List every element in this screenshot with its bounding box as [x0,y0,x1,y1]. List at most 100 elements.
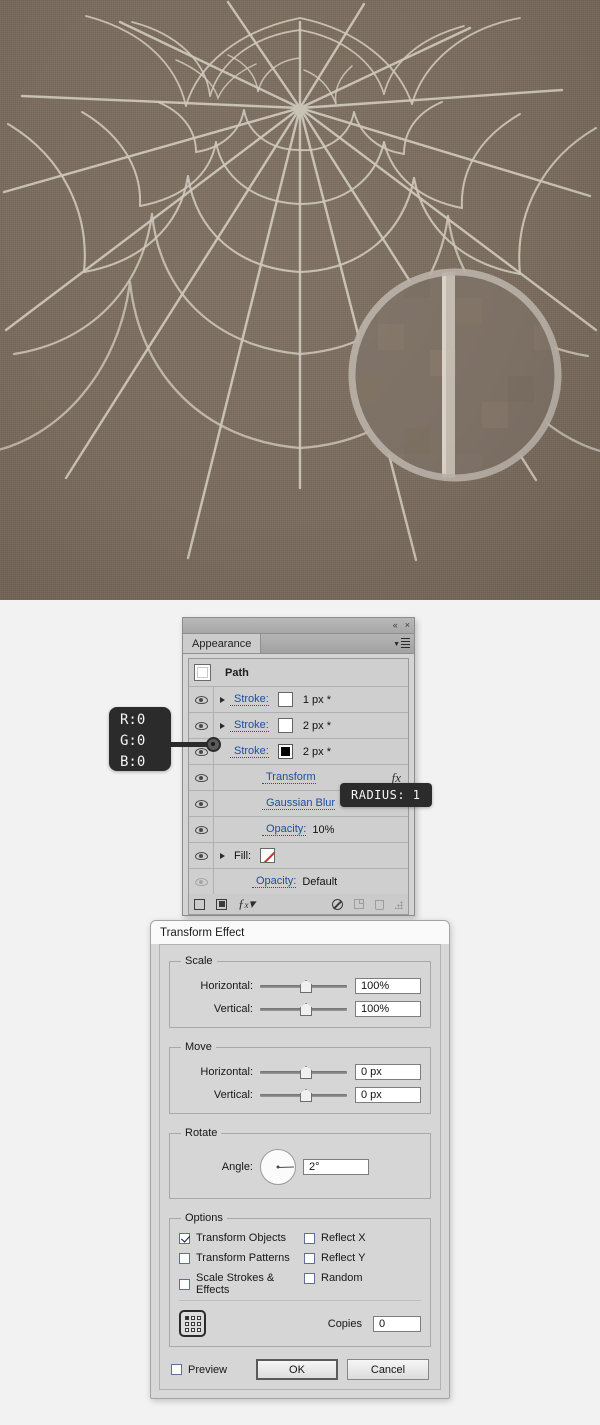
disclosure-triangle-icon[interactable] [214,696,230,703]
rotate-angle-field: Angle: 2° [179,1149,421,1185]
appearance-row-stroke-opacity[interactable]: Opacity: 10% [189,817,408,843]
artwork-canvas [0,0,600,600]
copies-input[interactable]: 0 [373,1315,421,1332]
option-label: Reflect Y [321,1252,366,1264]
checkbox-reflect-y[interactable] [304,1252,315,1264]
opacity-link[interactable]: Opacity: [252,875,297,888]
stroke-link[interactable]: Stroke: [230,693,269,706]
collapse-icon[interactable]: « [393,621,398,630]
visibility-toggle[interactable] [189,765,214,790]
target-label: Path [225,666,249,679]
stroke-weight-value[interactable]: 2 px * [303,720,331,732]
visibility-toggle[interactable] [189,791,214,816]
rotate-angle-input[interactable]: 2° [303,1159,369,1175]
option-transform-patterns[interactable]: Transform Patterns [179,1252,296,1264]
option-scale-strokes-effects[interactable]: Scale Strokes & Effects [179,1272,296,1296]
scale-vertical-slider[interactable] [260,1002,351,1016]
option-transform-objects[interactable]: Transform Objects [179,1232,296,1244]
delete-item-icon[interactable] [375,899,384,910]
appearance-target-row[interactable]: Path [189,659,408,687]
stroke-color-swatch-black[interactable] [277,744,293,759]
opacity-value[interactable]: 10% [312,824,334,836]
opacity-link[interactable]: Opacity: [262,823,307,836]
panel-menu-icon[interactable]: ▼ [393,638,410,650]
checkbox-scale-strokes-effects[interactable] [179,1278,190,1290]
rgb-value-callout: R:0 G:0 B:0 [109,707,171,771]
appearance-list: Path Stroke: 1 px * Stroke: 2 px * Strok… [188,658,409,894]
move-horizontal-input[interactable]: 0 px [355,1064,421,1080]
option-label: Transform Patterns [196,1252,290,1264]
copies-label: Copies [327,1317,362,1330]
appearance-row-stroke-2[interactable]: Stroke: 2 px * [189,713,408,739]
add-new-stroke-icon[interactable] [194,898,205,910]
appearance-row-stroke-3[interactable]: Stroke: 2 px * [189,739,408,765]
checkbox-transform-patterns[interactable] [179,1252,190,1264]
scale-vertical-label: Vertical: [213,1003,253,1015]
panel-tabstrip: Appearance ▼ [183,634,414,654]
options-legend: Options [185,1212,223,1224]
stroke-weight-value[interactable]: 1 px * [303,694,331,706]
stroke-link[interactable]: Stroke: [230,745,269,758]
rotate-legend: Rotate [185,1127,218,1139]
scale-vertical-input[interactable]: 100% [355,1001,421,1017]
duplicate-item-icon[interactable] [354,899,364,909]
move-group: Move Horizontal: 0 px Vertical: 0 px [169,1041,431,1114]
visibility-toggle[interactable] [189,843,214,868]
spider-web-vector [0,0,600,562]
stroke-color-swatch[interactable] [277,692,293,707]
appearance-row-object-opacity[interactable]: Opacity: Default [189,869,408,894]
stroke-color-swatch[interactable] [277,718,293,733]
ok-button[interactable]: OK [256,1359,338,1380]
scale-horizontal-input[interactable]: 100% [355,978,421,994]
checkbox-reflect-x[interactable] [304,1232,315,1244]
appearance-row-stroke-1[interactable]: Stroke: 1 px * [189,687,408,713]
scale-vertical-field: Vertical: 100% [179,1001,421,1017]
preview-label: Preview [188,1363,228,1376]
gaussian-blur-link[interactable]: Gaussian Blur [262,797,336,810]
appearance-row-fill[interactable]: Fill: [189,843,408,869]
visibility-toggle-dim[interactable] [189,869,214,894]
preview-toggle[interactable]: Preview [171,1364,227,1376]
move-vertical-input[interactable]: 0 px [355,1087,421,1103]
scale-horizontal-label: Horizontal: [200,980,253,992]
move-horizontal-slider[interactable] [260,1065,351,1079]
cancel-button[interactable]: Cancel [347,1359,429,1380]
option-reflect-x[interactable]: Reflect X [304,1232,421,1244]
fill-color-swatch-none[interactable] [260,848,276,863]
checkbox-preview[interactable] [171,1364,182,1375]
move-vertical-field: Vertical: 0 px [179,1087,421,1103]
visibility-toggle[interactable] [189,713,214,738]
angle-dial[interactable] [260,1149,296,1185]
scale-horizontal-slider[interactable] [260,979,351,993]
appearance-panel[interactable]: « × Appearance ▼ Path Stroke: 1 px * Str… [182,617,415,916]
option-random[interactable]: Random [304,1272,421,1284]
dialog-button-row: Preview OK Cancel [169,1359,431,1380]
panel-titlebar: « × [183,618,414,634]
scale-legend: Scale [185,955,213,967]
reference-point-selector[interactable] [179,1310,206,1337]
rgb-blue-value: B:0 [120,754,146,770]
option-label: Transform Objects [196,1232,287,1244]
move-vertical-slider[interactable] [260,1088,351,1102]
add-new-effect-icon[interactable]: ƒx▾ [238,896,255,912]
tab-appearance[interactable]: Appearance [183,634,262,653]
transform-effect-dialog[interactable]: Transform Effect Scale Horizontal: 100% … [150,920,450,1399]
fill-label[interactable]: Fill: [230,850,251,862]
disclosure-triangle-icon[interactable] [214,852,230,859]
close-icon[interactable]: × [405,621,410,630]
add-new-fill-icon[interactable] [216,898,227,910]
checkbox-transform-objects[interactable] [179,1232,190,1244]
resize-grip-icon[interactable] [395,901,403,909]
checkbox-random[interactable] [304,1272,315,1284]
visibility-toggle[interactable] [189,687,214,712]
clear-appearance-icon[interactable] [332,898,343,910]
stroke-weight-value[interactable]: 2 px * [303,746,331,758]
transform-effect-link[interactable]: Transform [262,771,316,784]
rgb-red-value: R:0 [120,712,146,728]
appearance-panel-footer: ƒx▾ [188,894,409,915]
scale-horizontal-field: Horizontal: 100% [179,978,421,994]
option-reflect-y[interactable]: Reflect Y [304,1252,421,1264]
stroke-link[interactable]: Stroke: [230,719,269,732]
visibility-toggle[interactable] [189,817,214,842]
disclosure-triangle-icon[interactable] [214,722,230,729]
